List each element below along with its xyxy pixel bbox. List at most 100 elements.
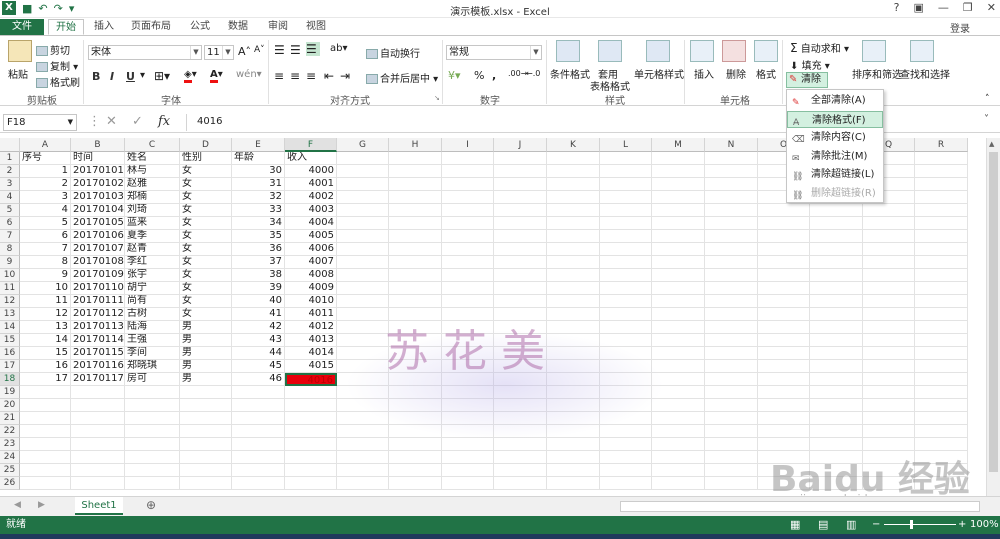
add-sheet-icon[interactable]: ⊕ [146, 498, 156, 512]
ribbon-display-icon[interactable]: ▣ [914, 1, 924, 14]
fill-button[interactable]: ⬇ 填充 ▾ [790, 57, 830, 72]
cell[interactable] [758, 321, 810, 334]
cell[interactable] [494, 477, 547, 490]
cell[interactable] [494, 464, 547, 477]
clear-formats-item[interactable]: A̶ 清除格式(F) [787, 110, 883, 128]
cell[interactable] [389, 230, 442, 243]
cell[interactable] [442, 165, 494, 178]
cell[interactable] [71, 425, 125, 438]
delete-cells-icon[interactable] [722, 40, 746, 62]
sort-filter-button[interactable]: 排序和筛选 [852, 66, 902, 81]
fill-color-button[interactable]: ◈▾ [184, 69, 197, 83]
data-cell[interactable]: 蓝来 [125, 217, 180, 230]
cell[interactable] [652, 256, 705, 269]
clear-button[interactable]: ✎ 清除 ▾ [786, 72, 828, 99]
cell[interactable] [863, 360, 915, 373]
row-header[interactable]: 21 [0, 412, 20, 425]
collapse-ribbon-icon[interactable]: ˄ [985, 94, 990, 104]
data-cell[interactable]: 5 [20, 217, 71, 230]
data-cell[interactable]: 20170106 [71, 230, 125, 243]
cell[interactable] [600, 295, 652, 308]
cell[interactable] [652, 152, 705, 165]
cell[interactable] [810, 425, 863, 438]
data-cell[interactable]: 20170113 [71, 321, 125, 334]
cell[interactable] [125, 464, 180, 477]
cell[interactable] [180, 451, 232, 464]
format-as-table-icon[interactable] [598, 40, 622, 62]
cell[interactable] [125, 477, 180, 490]
cell[interactable] [810, 204, 863, 217]
header-cell[interactable]: 性别 [180, 152, 232, 165]
cell[interactable] [494, 217, 547, 230]
cell[interactable] [337, 269, 389, 282]
cell[interactable] [20, 464, 71, 477]
cell[interactable] [915, 204, 968, 217]
cell[interactable] [705, 295, 758, 308]
cell[interactable] [705, 178, 758, 191]
increase-decimal-icon[interactable]: .00→ [508, 69, 527, 78]
cell[interactable] [442, 269, 494, 282]
row-header[interactable]: 15 [0, 334, 20, 347]
data-cell[interactable]: 4001 [285, 178, 337, 191]
cell[interactable] [915, 321, 968, 334]
align-right-icon[interactable]: ≡ [306, 69, 316, 83]
data-cell[interactable]: 林与 [125, 165, 180, 178]
data-cell[interactable]: 13 [20, 321, 71, 334]
data-cell[interactable]: 20170115 [71, 347, 125, 360]
format-painter-button[interactable]: 格式刷 [36, 74, 80, 89]
cell[interactable] [547, 152, 600, 165]
cell-styles-button[interactable]: 单元格样式 [634, 66, 684, 81]
cell[interactable] [810, 295, 863, 308]
cell[interactable] [442, 178, 494, 191]
data-cell[interactable]: 4008 [285, 269, 337, 282]
column-header-r[interactable]: R [915, 138, 968, 152]
data-cell[interactable]: 女 [180, 217, 232, 230]
delete-cells-button[interactable]: 删除 [726, 66, 746, 81]
increase-indent-icon[interactable]: ⇥ [340, 69, 350, 83]
data-cell[interactable]: 古树 [125, 308, 180, 321]
column-header-b[interactable]: B [71, 138, 125, 152]
cell[interactable] [442, 256, 494, 269]
cell[interactable] [600, 308, 652, 321]
cell[interactable] [20, 451, 71, 464]
cell[interactable] [652, 477, 705, 490]
cell[interactable] [758, 204, 810, 217]
cell[interactable] [20, 386, 71, 399]
cell[interactable] [652, 230, 705, 243]
cell[interactable] [180, 438, 232, 451]
data-cell[interactable]: 刘琦 [125, 204, 180, 217]
cell[interactable] [810, 217, 863, 230]
sheet-tab-sheet1[interactable]: Sheet1 [75, 497, 123, 515]
data-cell[interactable]: 20170111 [71, 295, 125, 308]
cell[interactable] [915, 217, 968, 230]
cell[interactable] [442, 451, 494, 464]
cell[interactable] [705, 256, 758, 269]
row-header[interactable]: 5 [0, 204, 20, 217]
cell[interactable] [442, 282, 494, 295]
data-cell[interactable]: 16 [20, 360, 71, 373]
row-header[interactable]: 23 [0, 438, 20, 451]
cell[interactable] [652, 451, 705, 464]
cell[interactable] [442, 152, 494, 165]
data-cell[interactable]: 女 [180, 191, 232, 204]
data-cell[interactable]: 4006 [285, 243, 337, 256]
login-link[interactable]: 登录 [950, 20, 970, 35]
data-cell[interactable]: 41 [232, 308, 285, 321]
cell[interactable] [337, 230, 389, 243]
cell[interactable] [705, 334, 758, 347]
cell[interactable] [705, 425, 758, 438]
cell[interactable] [232, 438, 285, 451]
data-cell[interactable]: 房可 [125, 373, 180, 386]
paste-button[interactable]: 粘贴 [8, 66, 28, 81]
data-cell[interactable]: 女 [180, 178, 232, 191]
cell[interactable] [705, 451, 758, 464]
cell[interactable] [337, 178, 389, 191]
cell[interactable] [915, 412, 968, 425]
cell[interactable] [285, 425, 337, 438]
cell[interactable] [600, 243, 652, 256]
cell[interactable] [547, 464, 600, 477]
cell[interactable] [180, 386, 232, 399]
insert-function-icon[interactable]: fx [158, 114, 170, 129]
cell[interactable] [547, 282, 600, 295]
row-header[interactable]: 18 [0, 373, 20, 386]
